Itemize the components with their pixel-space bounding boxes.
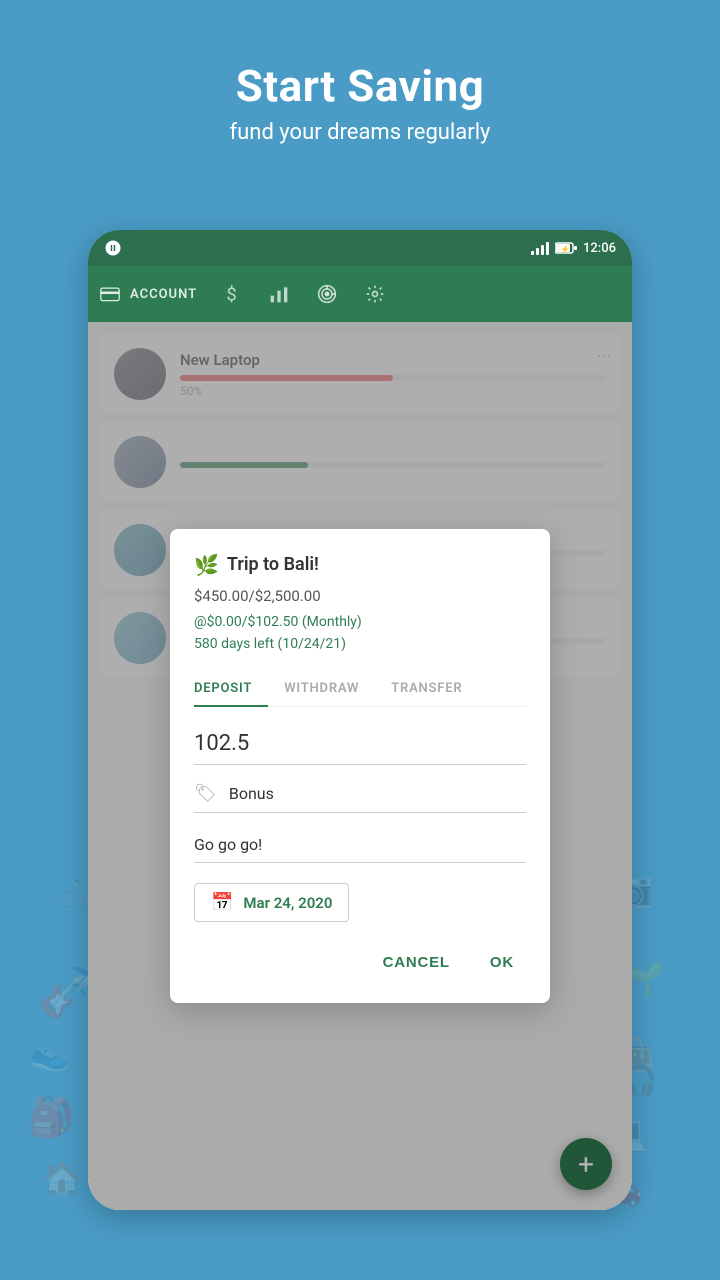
account-icon[interactable]: [100, 286, 120, 302]
date-label: Mar 24, 2020: [243, 894, 332, 912]
app-content: New Laptop 50% ···: [88, 322, 632, 1210]
svg-text:👟: 👟: [30, 1035, 70, 1073]
dialog-amount: $450.00/$2,500.00: [194, 587, 526, 605]
date-picker-button[interactable]: 📅 Mar 24, 2020: [194, 883, 349, 922]
monthly-info: @$0.00/$102.50 (Monthly): [194, 611, 526, 633]
dialog-title: Trip to Bali!: [227, 554, 319, 575]
tag-icon: 🏷: [194, 783, 217, 804]
battery-icon: ⚡: [555, 242, 577, 254]
app-toolbar: ACCOUNT $: [88, 266, 632, 322]
dialog-info: @$0.00/$102.50 (Monthly) 580 days left (…: [194, 611, 526, 656]
phone-frame: ⚡ 12:06 ACCOUNT $: [88, 230, 632, 1210]
dialog-tabs: DEPOSIT WITHDRAW TRANSFER: [194, 673, 526, 707]
status-bar: ⚡ 12:06: [88, 230, 632, 266]
tab-transfer[interactable]: TRANSFER: [375, 673, 478, 706]
tab-withdraw[interactable]: WITHDRAW: [268, 673, 375, 706]
stats-icon[interactable]: [269, 285, 289, 303]
dialog-actions: CANCEL OK: [194, 946, 526, 979]
svg-text:🏠: 🏠: [42, 1160, 82, 1198]
transactions-icon[interactable]: $: [225, 284, 241, 304]
account-label: ACCOUNT: [130, 287, 197, 302]
status-time: 12:06: [583, 241, 616, 256]
signal-icon: [531, 241, 549, 255]
calendar-icon: 📅: [211, 892, 233, 913]
category-input-row: 🏷: [194, 783, 526, 813]
svg-text:🎒: 🎒: [28, 1095, 75, 1140]
dialog-overlay: 🌿 Trip to Bali! $450.00/$2,500.00 @$0.00…: [88, 322, 632, 1210]
days-left: 580 days left (10/24/21): [194, 633, 526, 655]
dialog-header: 🌿 Trip to Bali!: [194, 553, 526, 577]
svg-text:🎸: 🎸: [38, 973, 88, 1020]
page-subtitle: fund your dreams regularly: [0, 120, 720, 145]
app-logo-icon: [104, 239, 122, 257]
amount-input[interactable]: [194, 727, 526, 765]
ok-button[interactable]: OK: [478, 946, 526, 979]
tab-deposit[interactable]: DEPOSIT: [194, 673, 268, 706]
goal-emoji: 🌿: [194, 553, 219, 577]
page-title: Start Saving: [0, 60, 720, 112]
amount-input-group: [194, 727, 526, 765]
svg-text:⚡: ⚡: [560, 244, 570, 254]
settings-icon[interactable]: [365, 284, 385, 304]
dialog: 🌿 Trip to Bali! $450.00/$2,500.00 @$0.00…: [170, 529, 550, 1004]
category-input[interactable]: [229, 784, 526, 803]
note-input[interactable]: [194, 831, 526, 863]
goals-icon[interactable]: [317, 284, 337, 304]
svg-text:$: $: [226, 285, 236, 304]
cancel-button[interactable]: CANCEL: [371, 946, 462, 979]
